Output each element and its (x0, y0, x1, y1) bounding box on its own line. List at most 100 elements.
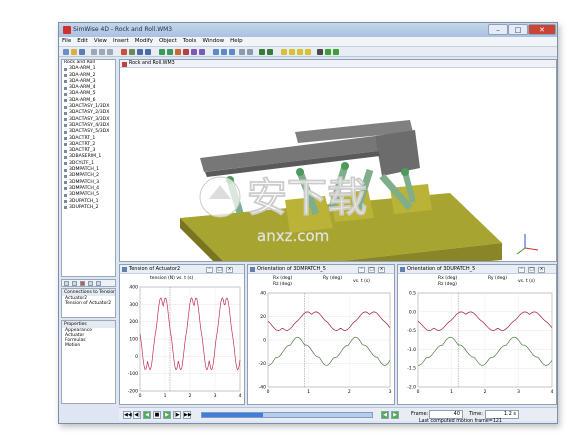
meter-icon[interactable] (281, 49, 287, 55)
step-icon[interactable] (333, 49, 339, 55)
camera-icon[interactable] (267, 49, 273, 55)
damper-icon[interactable] (167, 49, 173, 55)
plot-minimize-button[interactable]: – (206, 266, 213, 273)
menu-file[interactable]: File (59, 37, 74, 45)
constraint-icon[interactable] (199, 49, 205, 55)
menu-modify[interactable]: Modify (132, 37, 156, 45)
material-icon[interactable] (305, 49, 311, 55)
plot-maximize-button[interactable]: □ (368, 266, 375, 273)
tree-item[interactable]: 3DUPATCH_2 (62, 205, 115, 211)
plot-close-button[interactable]: × (226, 266, 233, 273)
rotate-icon[interactable] (129, 49, 135, 55)
plot-panel-orientation-u[interactable]: Orientation of 3DUPATCH_5 – □ × Rx (deg)… (397, 264, 557, 405)
time-field[interactable]: 1.2 s (485, 410, 519, 419)
open-icon[interactable] (71, 49, 77, 55)
x-tick-label: 1 (164, 393, 167, 399)
connection-item[interactable]: Tension of Actuator2 (62, 301, 115, 306)
plot-maximize-button[interactable]: □ (528, 266, 535, 273)
play-forward-button[interactable]: ▶ (391, 411, 399, 419)
plot-title-bar: Tension of Actuator2 – □ × (120, 265, 244, 274)
menu-object[interactable]: Object (156, 37, 180, 45)
arrow-icon[interactable] (317, 49, 323, 55)
spring-icon[interactable] (159, 49, 165, 55)
plot-panel-tension[interactable]: Tension of Actuator2 – □ × tension (N) v… (119, 264, 245, 405)
menu-window[interactable]: Window (199, 37, 227, 45)
tree-item-label: 3DMPATCH_1 (69, 167, 100, 173)
view-icon[interactable] (259, 49, 265, 55)
copy-icon[interactable] (99, 49, 105, 55)
y-tick-label: 0.0 (409, 309, 416, 315)
y-tick-label: -1.0 (407, 347, 416, 353)
plot-close-button[interactable]: × (538, 266, 545, 273)
part-icon (64, 149, 67, 153)
block-icon[interactable] (229, 49, 235, 55)
property-item[interactable]: Motion (62, 343, 115, 348)
motor-icon[interactable] (183, 49, 189, 55)
axis-z-icon (516, 247, 526, 255)
menu-bar: File Edit View Insert Modify Object Tools Windo… (59, 37, 557, 47)
motion-tab-icon[interactable] (80, 281, 85, 286)
objects-tab-icon[interactable] (64, 281, 69, 286)
formulas-tab-icon[interactable] (88, 281, 93, 286)
status-bar: Last computed motion frame=121 (119, 419, 557, 423)
plots-tab-icon[interactable] (96, 281, 101, 286)
cut-icon[interactable] (91, 49, 97, 55)
3d-model[interactable] (120, 68, 557, 262)
menu-insert[interactable]: Insert (110, 37, 132, 45)
run-icon[interactable] (325, 49, 331, 55)
step-back-button[interactable]: ◀| (133, 411, 141, 419)
plot-icon[interactable] (289, 49, 295, 55)
sphere-icon[interactable] (213, 49, 219, 55)
y-tick-label: 0 (135, 354, 138, 360)
timeline-slider[interactable] (201, 412, 373, 418)
connections-tab-icon[interactable] (72, 281, 77, 286)
joint-icon[interactable] (191, 49, 197, 55)
object-tree[interactable]: Rock and Roll 3DA-ARM_1 3DA-ARM_2 3DA-ARM_… (61, 59, 116, 277)
part-icon (64, 181, 67, 185)
plot-minimize-button[interactable]: – (518, 266, 525, 273)
menu-view[interactable]: View (91, 37, 110, 45)
plot-panel-orientation-m[interactable]: Orientation of 3DMPATCH_5 – □ × Rx (deg)… (247, 264, 395, 405)
properties-panel: Properties Appearance Actuator Formulas … (61, 320, 116, 404)
toolbar (59, 47, 557, 57)
frame-field[interactable]: 40 (429, 410, 463, 419)
cylinder-icon[interactable] (221, 49, 227, 55)
x-tick-label: 1 (450, 389, 453, 395)
frame-label: Frame: (411, 411, 429, 417)
maximize-button[interactable]: □ (508, 24, 528, 35)
paste-icon[interactable] (107, 49, 113, 55)
menu-tools[interactable]: Tools (180, 37, 200, 45)
close-button[interactable]: ✕ (528, 24, 556, 35)
plot-maximize-button[interactable]: □ (216, 266, 223, 273)
axis-x-icon (524, 247, 539, 251)
plot-minimize-button[interactable]: – (358, 266, 365, 273)
menu-help[interactable]: Help (227, 37, 246, 45)
new-icon[interactable] (63, 49, 69, 55)
select-icon[interactable] (121, 49, 127, 55)
3d-viewport[interactable]: Rock and Roll.WM3 (119, 59, 557, 262)
minimize-button[interactable]: – (488, 24, 508, 35)
undo-icon[interactable] (239, 49, 245, 55)
plot-legend-vs: vs. t (s) (518, 279, 535, 284)
light-icon[interactable] (297, 49, 303, 55)
play-button[interactable]: ▶ (163, 411, 171, 419)
save-icon[interactable] (79, 49, 85, 55)
tree-item-label: 3DMPATCH_3 (69, 179, 100, 185)
tree-item-label: 3DA-ARM_6 (69, 97, 96, 103)
plot-title: Orientation of 3DMPATCH_5 (257, 266, 326, 272)
rewind-button[interactable]: ◀◀ (123, 411, 132, 419)
step-forward-button[interactable]: |▶ (173, 411, 181, 419)
zoom-icon[interactable] (145, 49, 151, 55)
plot-close-button[interactable]: × (378, 266, 385, 273)
redo-icon[interactable] (247, 49, 253, 55)
plot-icon (122, 267, 127, 272)
play-reverse-button[interactable]: ◀ (381, 411, 389, 419)
tree-item-label: 3DA-ARM_3 (69, 78, 96, 84)
menu-edit[interactable]: Edit (74, 37, 91, 45)
stop-button[interactable]: ■ (153, 411, 161, 419)
title-bar[interactable]: SimWise 4D - Rock and Roll.WM3 – □ ✕ (59, 23, 557, 37)
fast-forward-button[interactable]: ▶▶ (183, 411, 192, 419)
force-icon[interactable] (175, 49, 181, 55)
play-back-button[interactable]: ◀ (143, 411, 151, 419)
pan-icon[interactable] (137, 49, 143, 55)
